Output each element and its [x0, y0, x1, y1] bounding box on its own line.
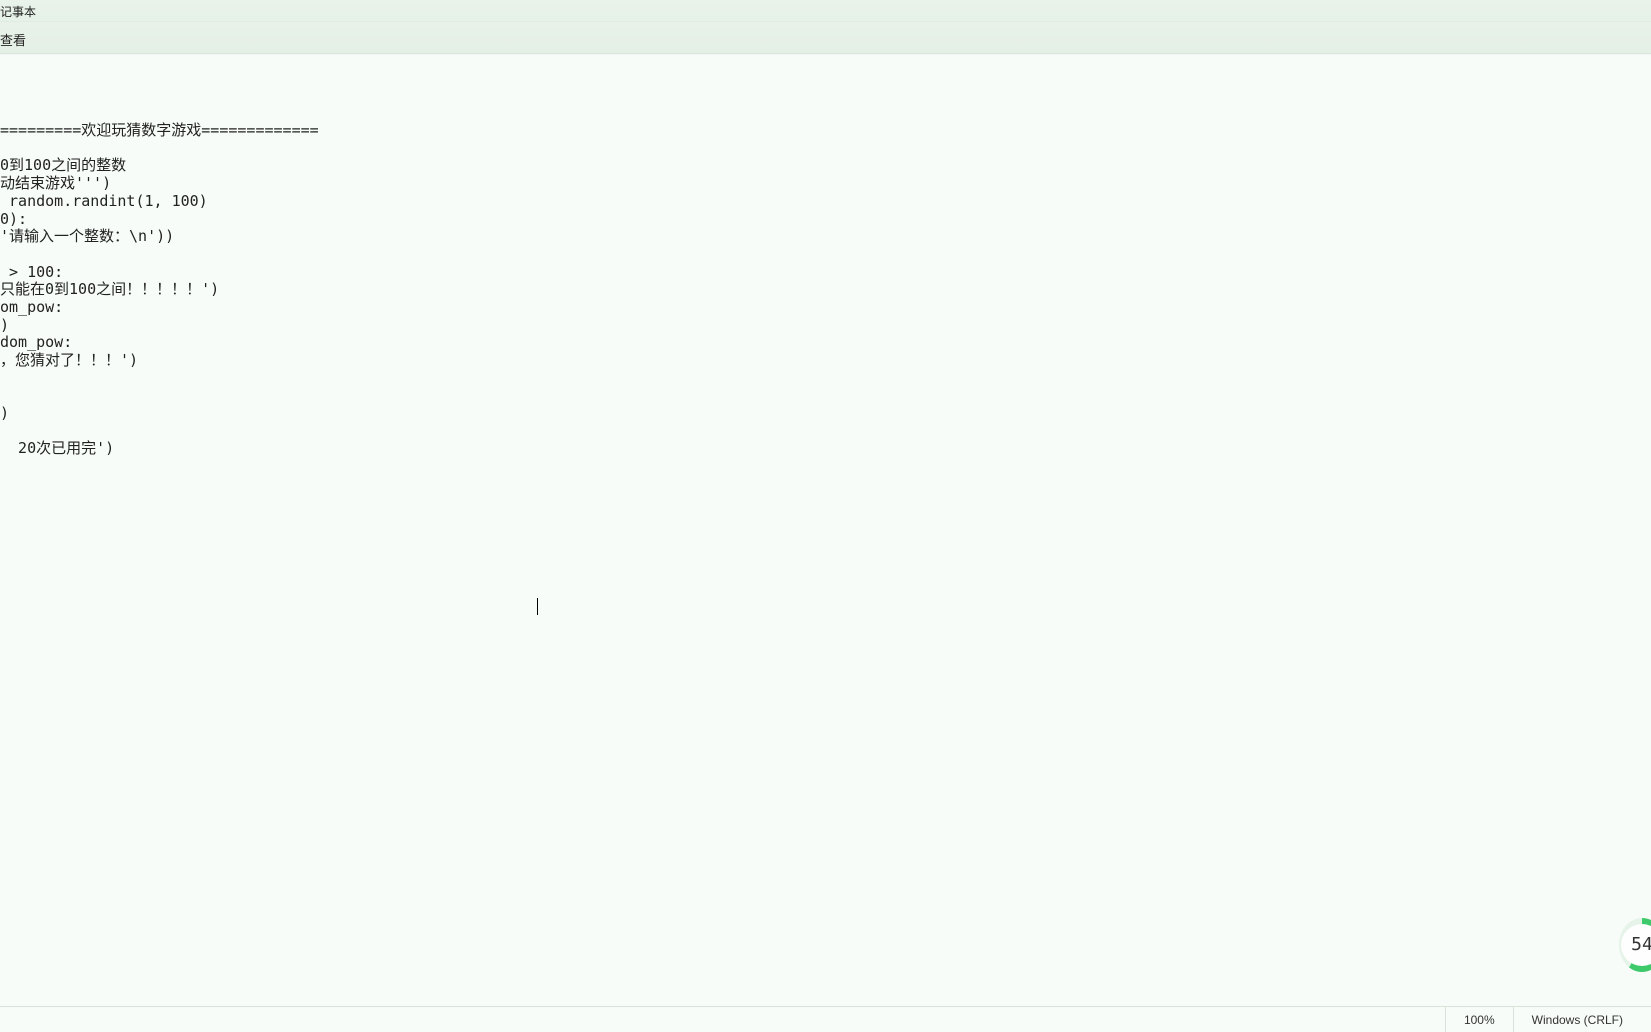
progress-value: 54 — [1621, 924, 1651, 966]
overlay-progress-badge[interactable]: 54 — [1605, 916, 1651, 974]
title-text: 记事本 — [0, 5, 36, 19]
menu-bar: 查看 — [0, 22, 1651, 54]
editor-text: =========欢迎玩猜数字游戏============= 0到100之间的整… — [0, 69, 319, 458]
text-caret — [537, 598, 538, 615]
title-bar: 记事本 — [0, 0, 1651, 22]
status-line-ending[interactable]: Windows (CRLF) — [1513, 1007, 1641, 1032]
progress-ring: 54 — [1619, 918, 1651, 972]
menu-item-view[interactable]: 查看 — [0, 33, 26, 48]
status-zoom[interactable]: 100% — [1445, 1007, 1513, 1032]
editor-area[interactable]: =========欢迎玩猜数字游戏============= 0到100之间的整… — [0, 54, 1651, 1006]
status-bar: 100% Windows (CRLF) — [0, 1006, 1651, 1032]
